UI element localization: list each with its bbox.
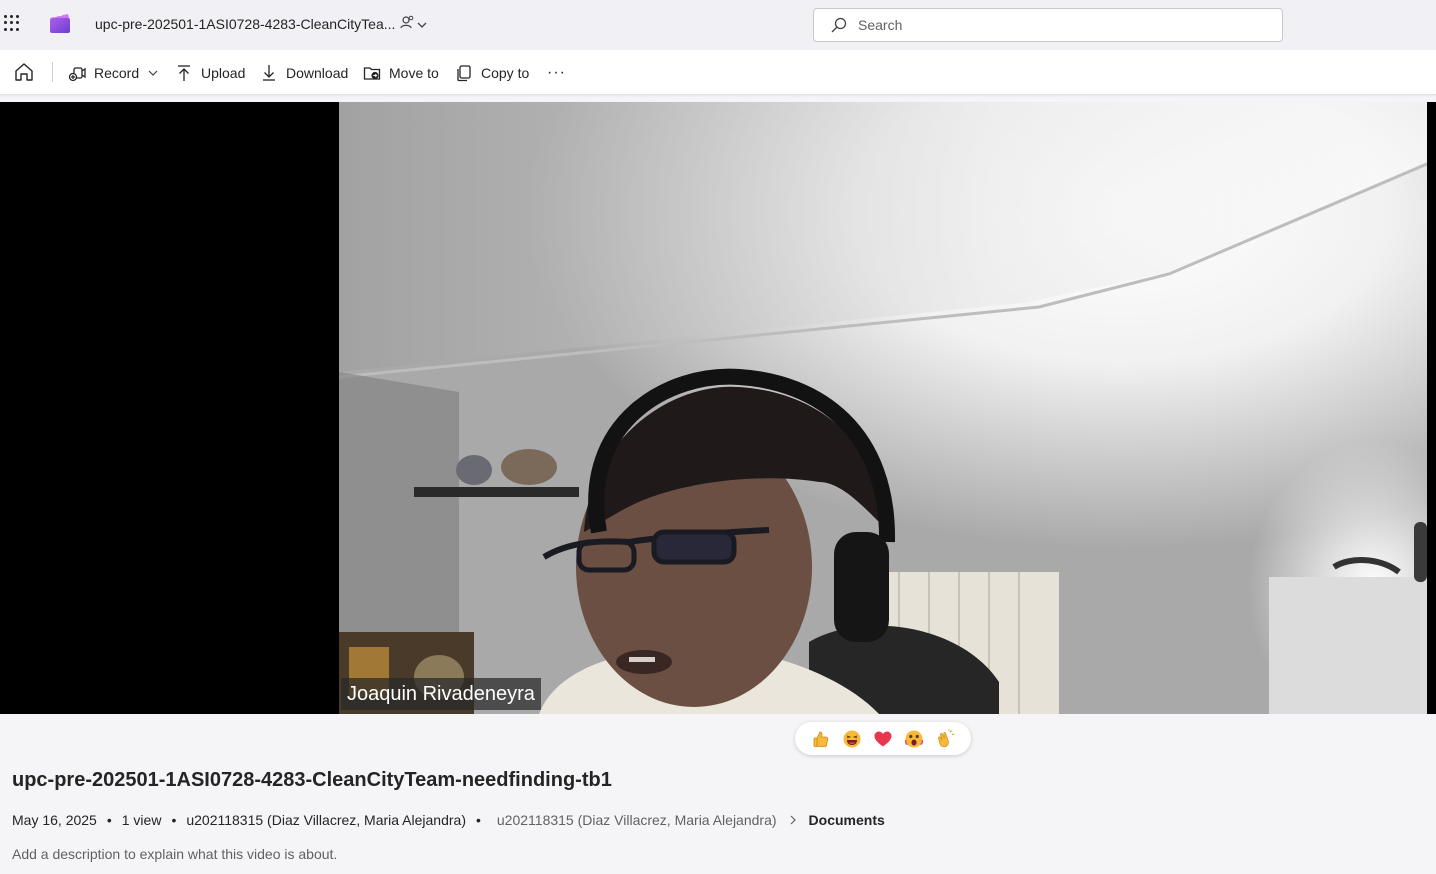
participant-name-tag: Joaquin Rivadeneyra (341, 678, 541, 710)
description-field[interactable]: Add a description to explain what this v… (12, 846, 337, 862)
chevron-down-icon (148, 70, 158, 76)
heart-icon[interactable] (873, 729, 893, 749)
command-bar: Record Upload Download Move to Copy to ·… (0, 50, 1436, 95)
download-icon (263, 64, 275, 81)
file-title[interactable]: upc-pre-202501-1ASI0728-4283-CleanCityTe… (95, 16, 395, 32)
video-title: upc-pre-202501-1ASI0728-4283-CleanCityTe… (12, 769, 612, 791)
surprised-icon[interactable] (904, 729, 924, 749)
upload-button[interactable]: Upload (175, 50, 245, 95)
breadcrumb-owner[interactable]: u202118315 (Diaz Villacrez, Maria Alejan… (497, 812, 777, 828)
home-icon[interactable] (13, 61, 35, 83)
upload-label: Upload (201, 64, 246, 81)
video-player[interactable]: Joaquin Rivadeneyra (0, 102, 1436, 714)
chevron-right-icon (790, 815, 796, 825)
copy-icon (457, 64, 471, 81)
move-folder-icon (363, 66, 381, 80)
download-label: Download (286, 64, 349, 81)
laugh-icon[interactable] (842, 729, 862, 749)
move-to-label: Move to (389, 64, 439, 81)
copy-to-label: Copy to (481, 64, 530, 81)
download-button[interactable]: Download (260, 50, 348, 95)
search-icon (831, 17, 847, 33)
video-metadata: May 16, 2025 • 1 view • u202118315 (Diaz… (12, 812, 885, 828)
separator-dot: • (475, 812, 481, 828)
title-bar: upc-pre-202501-1ASI0728-4283-CleanCityTe… (0, 0, 1436, 50)
toolbar-divider (52, 62, 53, 82)
separator-dot: • (106, 812, 112, 828)
thumbs-up-icon[interactable] (811, 729, 831, 749)
view-count: 1 view (121, 812, 162, 828)
shared-people-icon[interactable] (399, 15, 431, 35)
more-options-button[interactable]: ··· (547, 50, 566, 95)
more-icon: ··· (547, 63, 566, 81)
search-input[interactable]: Search (813, 8, 1283, 42)
clap-icon[interactable] (935, 728, 955, 749)
record-label: Record (94, 64, 140, 81)
owner-name[interactable]: u202118315 (Diaz Villacrez, Maria Alejan… (186, 812, 466, 828)
app-launcher-icon[interactable] (4, 15, 20, 31)
move-to-button[interactable]: Move to (363, 50, 439, 95)
stream-logo-icon (50, 14, 70, 33)
upload-icon (178, 64, 190, 81)
search-placeholder: Search (858, 17, 903, 33)
record-icon (68, 66, 86, 81)
separator-dot: • (171, 812, 177, 828)
breadcrumb-documents[interactable]: Documents (809, 812, 885, 828)
record-button[interactable]: Record (68, 50, 159, 95)
upload-date: May 16, 2025 (12, 812, 97, 828)
video-frame[interactable]: Joaquin Rivadeneyra (339, 102, 1427, 714)
video-frame-image (339, 102, 1427, 714)
copy-to-button[interactable]: Copy to (455, 50, 529, 95)
reaction-bar (795, 722, 971, 755)
